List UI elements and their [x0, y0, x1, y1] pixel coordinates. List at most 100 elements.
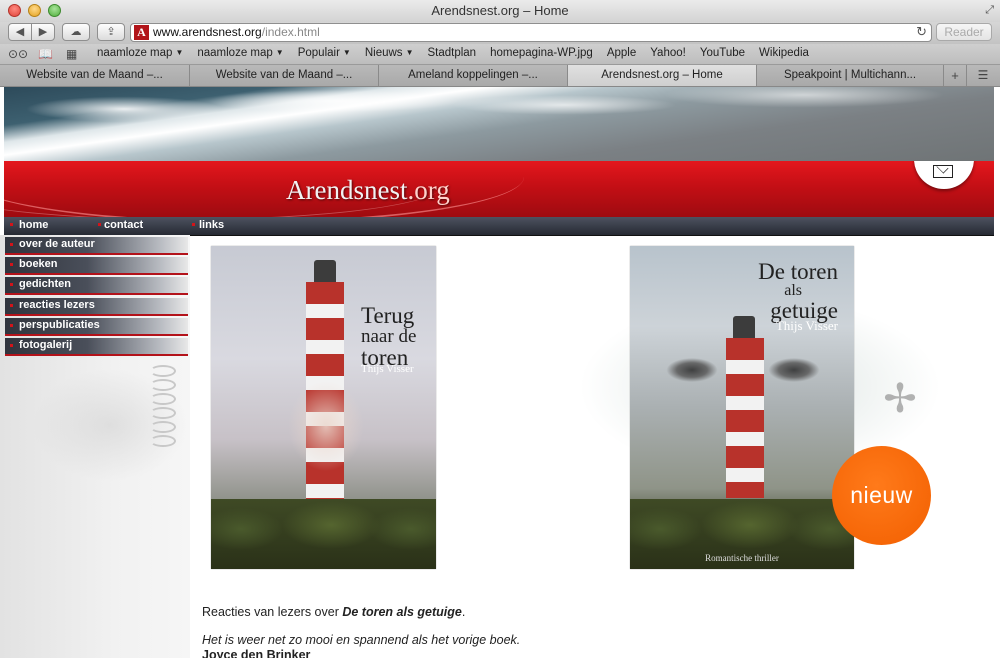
- browser-tab[interactable]: Speakpoint | Multichann...: [757, 65, 944, 86]
- sidebar-item[interactable]: boeken: [5, 257, 188, 276]
- new-tab-plus-icon[interactable]: +: [944, 65, 967, 86]
- nav-bullet-icon: [10, 263, 13, 267]
- address-text[interactable]: www.arendsnest.org/index.html: [153, 25, 320, 39]
- book-cover-de-toren-als-getuige[interactable]: De toren als getuige Thijs Visser Romant…: [630, 246, 854, 569]
- bookmark-label: Stadtplan: [427, 47, 477, 59]
- nav-links-link[interactable]: links: [199, 219, 224, 231]
- bookmark-item[interactable]: homepagina-WP.jpg: [490, 47, 593, 59]
- tab-overview-icon[interactable]: ☰: [970, 65, 996, 86]
- share-button[interactable]: ⇪: [97, 23, 125, 41]
- sidebar-item[interactable]: over de auteur: [5, 237, 188, 255]
- window-title: Arendsnest.org – Home: [431, 3, 569, 18]
- book1-author: Thijs Visser: [361, 363, 414, 375]
- book-cover-terug-naar-de-toren[interactable]: Terug naar de toren Thijs Visser: [211, 246, 436, 569]
- sidebar-item-label: over de auteur: [19, 238, 95, 250]
- forward-button[interactable]: ▶: [31, 23, 55, 41]
- bookmark-item[interactable]: Nieuws ▼: [365, 47, 414, 59]
- web-page: Arendsnest.org home contact links over d…: [0, 87, 1000, 658]
- nav-bullet-icon: [10, 223, 13, 226]
- bookmark-item[interactable]: Yahoo!: [650, 47, 686, 59]
- bookmark-label: homepagina-WP.jpg: [490, 47, 593, 59]
- notebook-pen-background-image: [0, 345, 190, 555]
- sidebar-item[interactable]: perspublicaties: [5, 317, 188, 336]
- browser-toolbar: ◀ ▶ ☁ ⇪ A www.arendsnest.org/index.html …: [0, 22, 1000, 44]
- nav-bullet-icon: [10, 344, 13, 347]
- icloud-tabs-button[interactable]: ☁: [62, 23, 90, 41]
- bookmark-item[interactable]: Apple: [607, 47, 636, 59]
- reload-icon[interactable]: ↻: [916, 24, 927, 40]
- sidebar: over de auteur boeken gedichten reacties le…: [0, 235, 190, 658]
- book2-genre: Romantische thriller: [705, 553, 779, 563]
- nav-bullet-icon: [10, 323, 13, 327]
- bookmark-item[interactable]: Populair ▼: [298, 47, 351, 59]
- sidebar-item-label: reacties lezers: [19, 298, 95, 311]
- nav-home-link[interactable]: home: [19, 219, 48, 231]
- bookmark-label: Wikipedia: [759, 47, 809, 59]
- back-button[interactable]: ◀: [8, 23, 32, 41]
- bookmark-item[interactable]: Wikipedia: [759, 47, 809, 59]
- bookmark-label: Nieuws: [364, 47, 403, 59]
- browser-tab[interactable]: Arendsnest.org – Home: [568, 65, 757, 86]
- browser-tab[interactable]: Ameland koppelingen –...: [379, 65, 568, 86]
- chevron-down-icon: ▼: [275, 48, 284, 57]
- chevron-down-icon: ▼: [175, 48, 184, 57]
- nav-bullet-icon: [10, 243, 13, 246]
- sidebar-item-label: gedichten: [19, 278, 71, 291]
- bookmark-item[interactable]: YouTube: [700, 47, 745, 59]
- reading-list-icon[interactable]: ⊙⊙: [8, 47, 28, 61]
- sidebar-item-label: perspublicaties: [19, 318, 100, 331]
- reader-button[interactable]: Reader: [936, 23, 992, 41]
- reviews-book-title: De toren als getuige: [342, 605, 462, 619]
- woman-face-image: [271, 366, 371, 486]
- top-sites-grid-icon[interactable]: ▦: [66, 47, 77, 61]
- nav-bullet-icon: [98, 223, 101, 226]
- nav-bullet-icon: [10, 283, 13, 287]
- chevron-down-icon: ▼: [342, 48, 351, 57]
- site-banner: Arendsnest.org: [4, 161, 994, 217]
- cloud-icon: ☁: [70, 26, 82, 38]
- bookmarks-list: naamloze map ▼ naamloze map ▼ Populair ▼ Nieuw…: [97, 47, 823, 59]
- nav-contact-link[interactable]: contact: [104, 219, 143, 231]
- browser-tab[interactable]: Website van de Maand –...: [0, 65, 190, 86]
- sidebar-item[interactable]: reacties lezers: [5, 297, 188, 316]
- back-arrow-icon: ◀: [15, 26, 25, 38]
- nav-bullet-icon: [10, 303, 13, 307]
- email-button[interactable]: [914, 161, 974, 189]
- share-icon: ⇪: [106, 26, 116, 38]
- new-badge: nieuw: [832, 446, 931, 545]
- bookmark-item[interactable]: naamloze map ▼: [197, 47, 283, 59]
- sidebar-item[interactable]: gedichten: [5, 277, 188, 296]
- bookmark-item[interactable]: Stadtplan: [427, 47, 476, 59]
- bookmark-label: Populair: [297, 47, 340, 59]
- book2-author: Thijs Visser: [775, 318, 838, 333]
- sidebar-item[interactable]: fotogalerij: [5, 338, 188, 356]
- book2-title: De toren als getuige: [758, 259, 838, 323]
- url-host: www.arendsnest.org: [153, 25, 262, 39]
- sidebar-item-label: fotogalerij: [19, 339, 73, 351]
- tab-bar: + ☰ Website van de Maand –... Website van…: [0, 65, 1000, 87]
- review-author: Joyce den Brinker: [202, 648, 311, 658]
- top-navigation: home contact links: [4, 217, 994, 236]
- bookmarks-book-icon[interactable]: 📖: [38, 47, 53, 61]
- bookmark-label: naamloze map: [197, 47, 273, 59]
- bookmark-label: naamloze map: [97, 47, 173, 59]
- site-logo-title[interactable]: Arendsnest.org: [286, 175, 450, 206]
- fullscreen-icon[interactable]: ⤢: [985, 4, 994, 17]
- envelope-icon: [933, 165, 953, 178]
- site-favicon-icon: A: [134, 25, 149, 40]
- address-bar[interactable]: A www.arendsnest.org/index.html ↻: [130, 23, 932, 42]
- windmill-image: ✢: [883, 377, 917, 421]
- sidebar-item-label: boeken: [19, 258, 58, 271]
- bookmark-item[interactable]: naamloze map ▼: [97, 47, 183, 59]
- reviews-intro: Reacties van lezers over De toren als ge…: [202, 605, 466, 619]
- browser-tab[interactable]: Website van de Maand –...: [190, 65, 379, 86]
- book1-title: Terug naar de toren: [361, 303, 417, 370]
- bookmark-label: Yahoo!: [650, 47, 686, 59]
- nav-bullet-icon: [192, 223, 195, 226]
- forward-arrow-icon: ▶: [38, 26, 48, 38]
- bookmark-label: YouTube: [699, 47, 746, 59]
- bookmarks-bar: ⊙⊙ 📖 ▦ naamloze map ▼ naamloze map ▼ Populai…: [0, 44, 1000, 65]
- bookmark-label: Apple: [606, 47, 637, 59]
- url-path: /index.html: [261, 25, 320, 39]
- beach-header-image: [4, 87, 994, 161]
